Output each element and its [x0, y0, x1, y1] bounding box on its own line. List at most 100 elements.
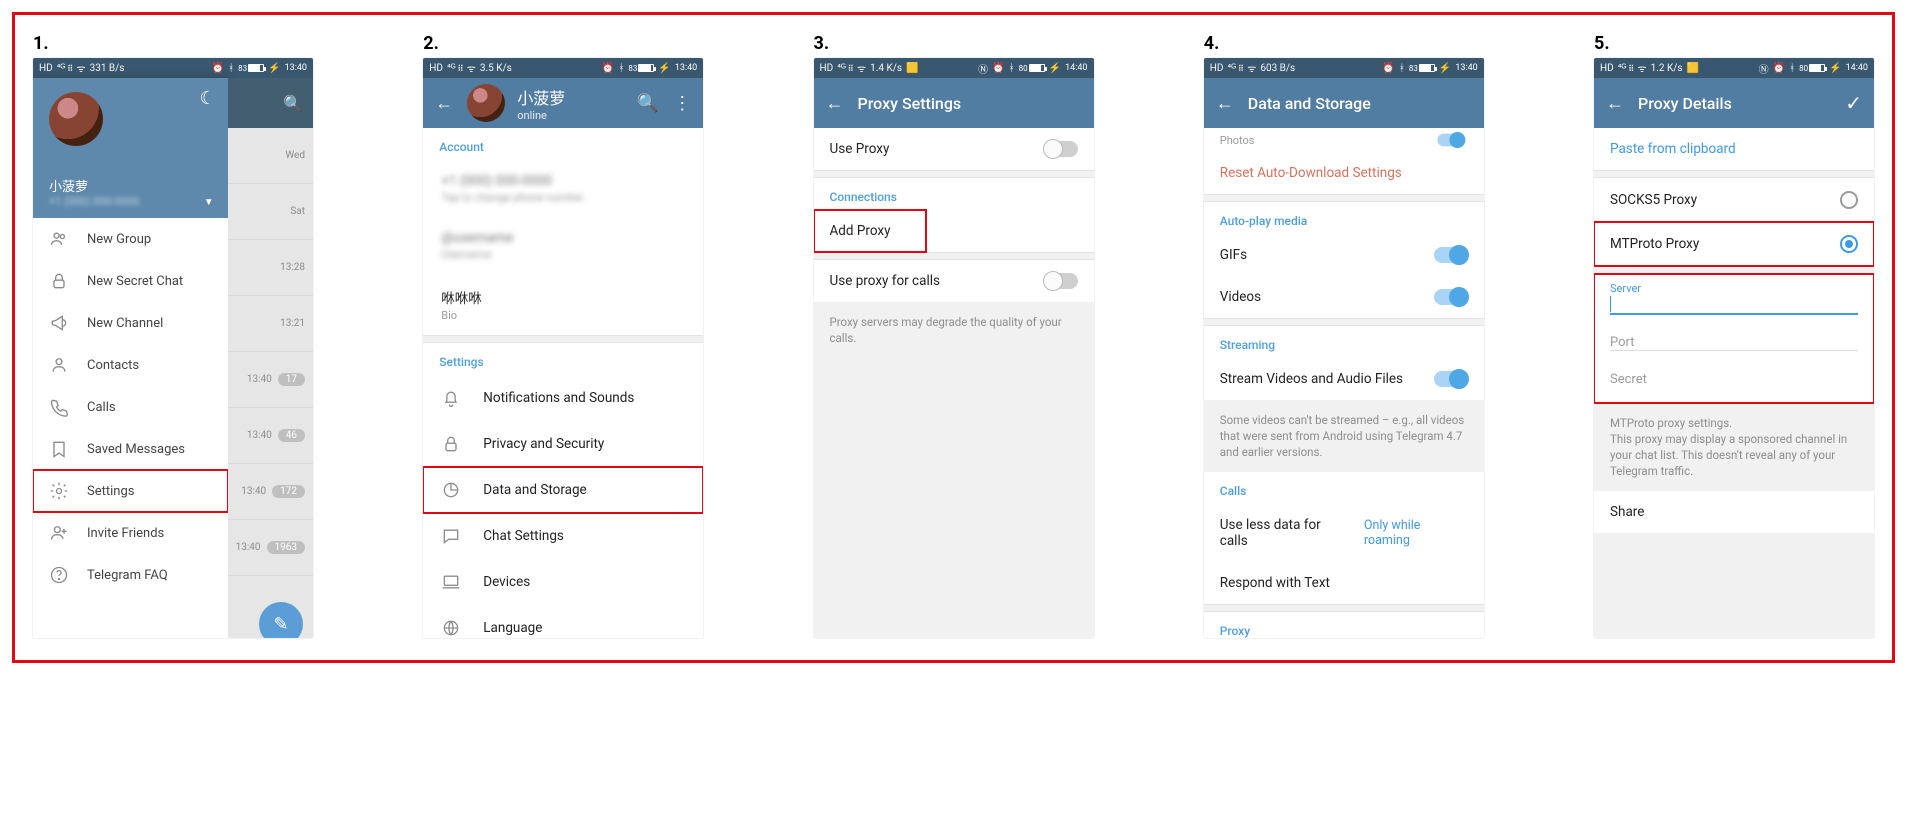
expand-accounts-icon[interactable]: ▼: [204, 197, 214, 208]
sidebar-item-invite[interactable]: Invite Friends: [33, 512, 228, 554]
account-bio[interactable]: 咻咻咻Bio: [423, 274, 703, 335]
profile-name: 小菠萝: [517, 85, 565, 109]
note-line1: MTProto proxy settings.: [1610, 416, 1732, 430]
radio-off[interactable]: [1840, 191, 1858, 209]
search-icon[interactable]: 🔍: [637, 93, 659, 114]
bluetooth-icon: ᚼ: [618, 63, 624, 74]
search-icon[interactable]: 🔍: [283, 94, 303, 113]
person-icon: [49, 355, 69, 375]
sidebar-item-contacts[interactable]: Contacts: [33, 344, 228, 386]
phone-1: HD ⁴ᴳ ᎒᎒ ᯤ 331 B/s ⏰ ᚼ 83 ⚡ 13:40: [33, 58, 313, 638]
proxy-fields-block: Server Port Secret: [1594, 274, 1874, 403]
socks5-option[interactable]: SOCKS5 Proxy: [1594, 178, 1874, 222]
step-1-label: 1.: [33, 33, 313, 54]
sidebar-item-label: Invite Friends: [87, 526, 164, 541]
toggle-on[interactable]: [1434, 247, 1468, 263]
settings-notifications[interactable]: Notifications and Sounds: [423, 375, 703, 421]
hd-icon: HD: [1600, 63, 1614, 74]
clock: 14:40: [1846, 63, 1868, 73]
stream-row[interactable]: Stream Videos and Audio Files: [1204, 358, 1484, 400]
connections-header: Connections: [814, 178, 1094, 210]
sidebar-item-new-channel[interactable]: New Channel: [33, 302, 228, 344]
settings-data-storage[interactable]: Data and Storage: [423, 467, 703, 513]
less-data-row[interactable]: Use less data for calls Only while roami…: [1204, 504, 1484, 562]
battery-icon: 80: [1799, 64, 1825, 73]
secret-field[interactable]: Secret: [1594, 361, 1874, 397]
account-phone[interactable]: +1 (000) 000-0000Tap to change phone num…: [423, 160, 703, 217]
setting-label: Videos: [1220, 289, 1261, 305]
confirm-check-icon[interactable]: ✓: [1845, 91, 1862, 115]
videos-row[interactable]: Videos: [1204, 276, 1484, 318]
wifi-icon: ᯤ: [1637, 61, 1646, 75]
respond-text-row[interactable]: Respond with Text: [1204, 562, 1484, 604]
back-icon[interactable]: ←: [826, 93, 844, 114]
radio-on[interactable]: [1840, 235, 1858, 253]
account-username[interactable]: @usernameUsername: [423, 217, 703, 274]
bluetooth-icon: ᚼ: [1009, 63, 1015, 74]
server-field[interactable]: Server: [1594, 276, 1874, 325]
settings-header: Settings: [423, 343, 703, 375]
field-placeholder: Secret: [1610, 372, 1647, 387]
wifi-icon: ᯤ: [857, 61, 866, 75]
settings-language[interactable]: Language: [423, 605, 703, 638]
battery-icon: 83: [1409, 64, 1435, 73]
clock: 13:40: [1455, 63, 1477, 73]
settings-chat[interactable]: Chat Settings: [423, 513, 703, 559]
bell-icon: [441, 388, 461, 408]
chat-time: 13:40: [236, 542, 261, 553]
photos-row[interactable]: Photos: [1204, 128, 1484, 152]
settings-devices[interactable]: Devices: [423, 559, 703, 605]
wifi-icon: ᯤ: [1247, 61, 1256, 75]
toggle-on[interactable]: [1437, 134, 1464, 147]
netspeed: 1.2 K/s: [1651, 63, 1683, 74]
avatar[interactable]: [467, 84, 505, 122]
sidebar-item-settings[interactable]: Settings: [33, 470, 228, 512]
sidebar-item-new-group[interactable]: New Group: [33, 218, 228, 260]
back-icon[interactable]: ←: [1606, 93, 1624, 114]
gifs-row[interactable]: GIFs: [1204, 234, 1484, 276]
alarm-icon: ⏰: [992, 63, 1004, 74]
sidebar-item-new-secret[interactable]: New Secret Chat: [33, 260, 228, 302]
alarm-icon: ⏰: [1773, 63, 1785, 74]
sidebar-item-label: New Group: [87, 232, 151, 247]
chat-day: Sat: [290, 206, 305, 217]
setting-label: Stream Videos and Audio Files: [1220, 371, 1403, 387]
lock-icon: [441, 434, 461, 454]
netspeed: 1.4 K/s: [870, 63, 902, 74]
clock: 13:40: [285, 63, 307, 73]
bio-text: 咻咻咻: [441, 291, 482, 307]
paste-from-clipboard[interactable]: Paste from clipboard: [1594, 128, 1874, 170]
data-storage-appbar: ← Data and Storage: [1204, 78, 1484, 128]
toggle-on[interactable]: [1434, 289, 1468, 305]
sidebar-item-label: New Secret Chat: [87, 274, 183, 289]
sidebar-item-label: New Channel: [87, 316, 163, 331]
bluetooth-icon: ᚼ: [228, 63, 234, 74]
sidebar-item-faq[interactable]: Telegram FAQ: [33, 554, 228, 596]
sidebar-item-label: Contacts: [87, 358, 139, 373]
avatar[interactable]: [49, 92, 103, 146]
group-icon: [49, 229, 69, 249]
share-row[interactable]: Share: [1594, 491, 1874, 533]
toggle-off[interactable]: [1044, 273, 1078, 289]
proxy-calls-row[interactable]: Use proxy for calls: [814, 260, 1094, 302]
menu-dots-icon[interactable]: ⋮: [673, 93, 691, 114]
profile-status: online: [517, 109, 565, 122]
proxy-appbar: ← Proxy Settings: [814, 78, 1094, 128]
sidebar-item-saved[interactable]: Saved Messages: [33, 428, 228, 470]
profile-phone: +1 (000) 000-0000: [49, 195, 212, 208]
back-icon[interactable]: ←: [435, 93, 453, 114]
settings-privacy[interactable]: Privacy and Security: [423, 421, 703, 467]
sidebar-item-calls[interactable]: Calls: [33, 386, 228, 428]
account-header: Account: [423, 128, 703, 160]
toggle-on[interactable]: [1434, 371, 1468, 387]
add-proxy-row[interactable]: Add Proxy: [814, 210, 926, 252]
compose-fab[interactable]: ✎: [259, 602, 303, 638]
mtproto-option[interactable]: MTProto Proxy: [1594, 222, 1874, 266]
reset-auto-download[interactable]: Reset Auto-Download Settings: [1204, 152, 1484, 194]
sidebar-item-label: Calls: [87, 400, 116, 415]
toggle-off[interactable]: [1044, 141, 1078, 157]
use-proxy-row[interactable]: Use Proxy: [814, 128, 1094, 170]
night-mode-icon[interactable]: ☾: [199, 88, 215, 109]
port-field[interactable]: Port: [1594, 325, 1874, 361]
back-icon[interactable]: ←: [1216, 93, 1234, 114]
